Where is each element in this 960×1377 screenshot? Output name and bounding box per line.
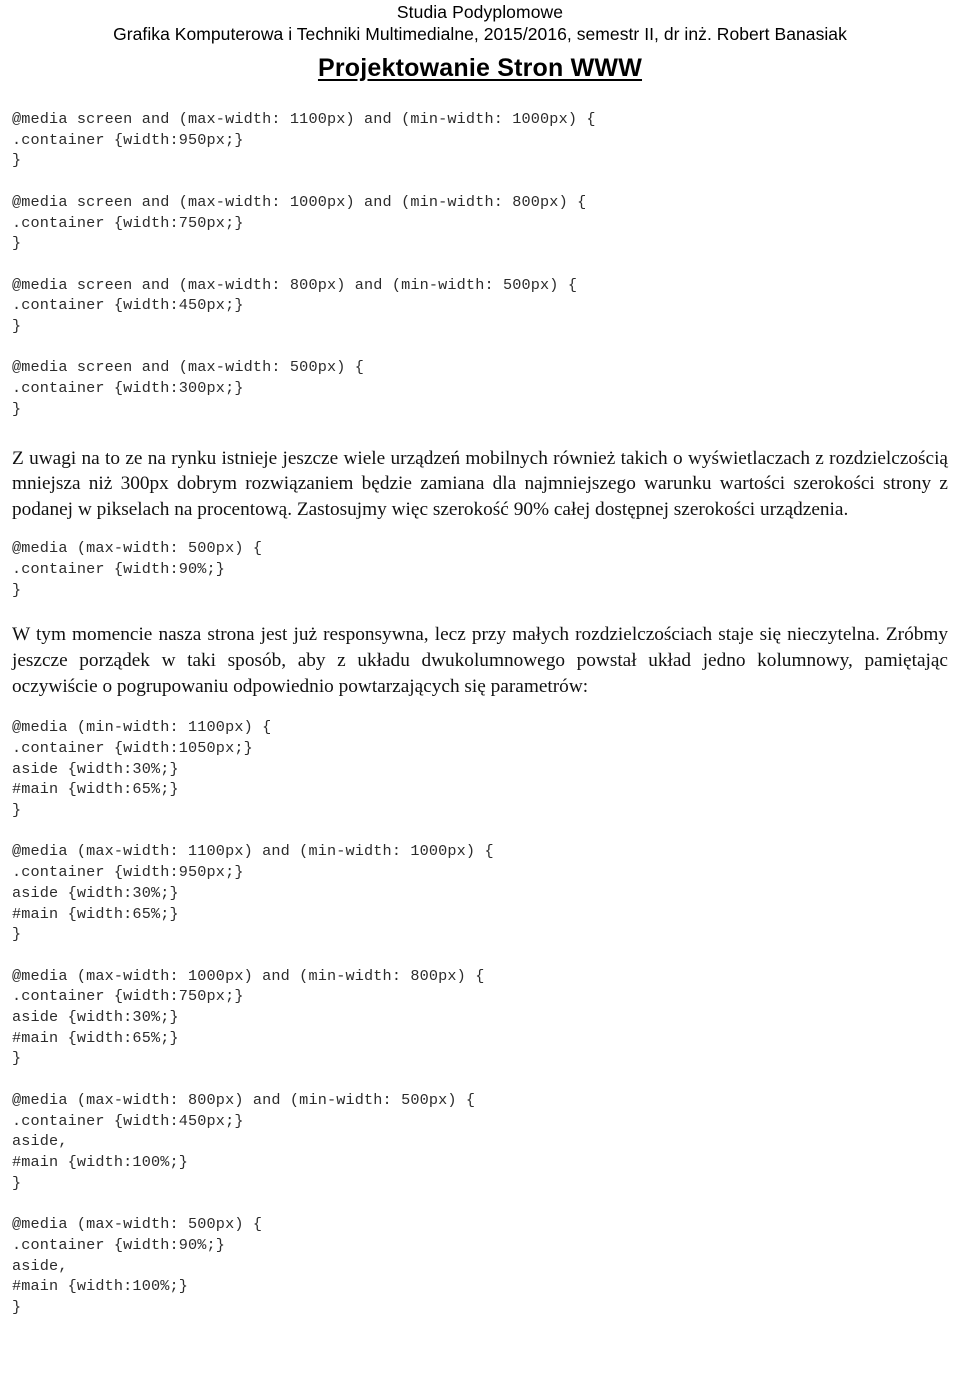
document-header: Studia Podyplomowe Grafika Komputerowa i…: [12, 0, 948, 87]
spacer-code-1: [12, 420, 948, 446]
paragraph-percentage-width-explanation: Z uwagi na to ze na rynku istnieje jeszc…: [12, 447, 948, 520]
spacer-prose-2: [12, 699, 948, 717]
header-course-details: Grafika Komputerowa i Techniki Multimedi…: [113, 24, 847, 44]
paragraph-single-column-layout-explanation: W tym momencie nasza strona jest już res…: [12, 624, 948, 697]
header-course-program: Studia Podyplomowe: [396, 2, 564, 22]
page-title: Projektowanie Stron WWW: [317, 54, 643, 82]
code-block-grouped-media-queries: @media (min-width: 1100px) { .container …: [12, 718, 494, 1316]
spacer-prose-1: [12, 522, 948, 538]
code-block-max-width-500-percent: @media (max-width: 500px) { .container {…: [12, 539, 263, 599]
spacer-title: [12, 87, 948, 109]
document-page: Studia Podyplomowe Grafika Komputerowa i…: [0, 0, 960, 1318]
spacer-code-2: [12, 600, 948, 622]
code-block-media-queries-container: @media screen and (max-width: 1100px) an…: [12, 110, 596, 418]
